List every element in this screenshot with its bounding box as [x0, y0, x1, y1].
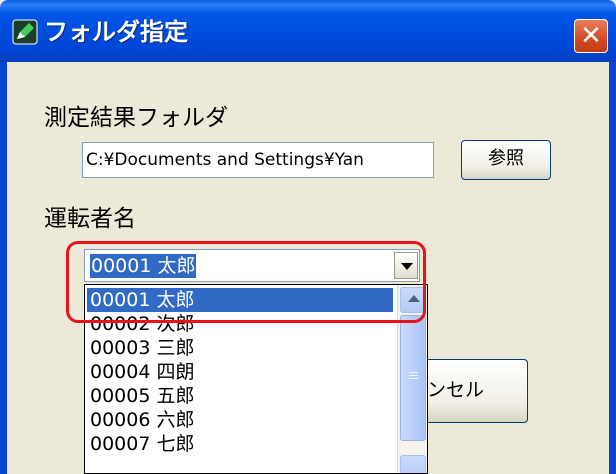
dropdown-item[interactable]: 00005 五郎 [87, 384, 393, 408]
dropdown-item[interactable]: 00001 太郎 [87, 288, 393, 312]
dropdown-item[interactable]: 00004 四朗 [87, 360, 393, 384]
window-title: フォルダ指定 [44, 18, 188, 46]
chevron-up-icon [408, 295, 420, 302]
close-icon: ✕ [580, 21, 602, 51]
scroll-down-button[interactable] [400, 455, 426, 473]
dropdown-item[interactable]: 00003 三郎 [87, 336, 393, 360]
driver-label: 運転者名 [44, 206, 136, 232]
folder-path-input[interactable]: C:¥Documents and Settings¥Yan [82, 142, 434, 178]
driver-combobox[interactable]: 00001 太郎 [84, 249, 420, 282]
driver-dropdown-list[interactable]: 00001 太郎 00002 次郎 00003 三郎 00004 四朗 0000… [84, 284, 428, 474]
close-button[interactable]: ✕ [574, 19, 608, 53]
browse-button[interactable]: 参照 [461, 140, 551, 180]
window-frame-right [609, 62, 616, 474]
combobox-selected-text: 00001 太郎 [90, 254, 197, 278]
dropdown-item[interactable]: 00002 次郎 [87, 312, 393, 336]
pencil-folder-icon [12, 19, 38, 45]
combobox-dropdown-button[interactable] [394, 252, 418, 279]
scroll-thumb[interactable] [400, 315, 426, 441]
title-bar[interactable]: フォルダ指定 ✕ [0, 0, 616, 62]
grip-icon [409, 372, 418, 373]
scroll-up-button[interactable] [400, 287, 426, 313]
dropdown-scrollbar[interactable] [397, 285, 427, 473]
dialog-window: フォルダ指定 ✕ 測定結果フォルダ C:¥Documents and Setti… [0, 0, 616, 474]
dropdown-item[interactable]: 00007 七郎 [87, 432, 393, 456]
dropdown-item[interactable]: 00006 六郎 [87, 408, 393, 432]
chevron-down-icon [401, 263, 413, 270]
folder-label: 測定結果フォルダ [44, 105, 228, 131]
window-frame-left [0, 62, 7, 474]
